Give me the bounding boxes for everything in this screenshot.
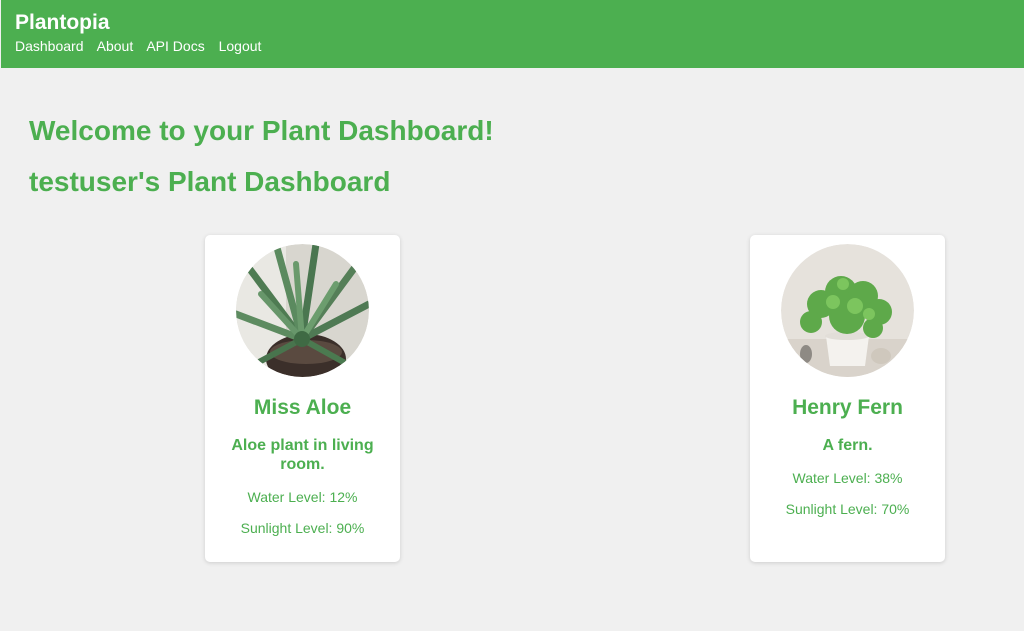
sunlight-level: Sunlight Level: 90%	[240, 520, 365, 536]
nav-link-dashboard[interactable]: Dashboard	[15, 38, 84, 54]
nav-link-logout[interactable]: Logout	[219, 38, 262, 54]
plant-description: Aloe plant in living room.	[231, 437, 374, 473]
top-navbar: Plantopia Dashboard About API Docs Logou…	[1, 0, 1024, 68]
aloe-plant-photo	[236, 244, 369, 377]
plant-description: A fern.	[822, 437, 873, 454]
welcome-heading: Welcome to your Plant Dashboard!	[29, 115, 494, 146]
sunlight-level: Sunlight Level: 70%	[785, 501, 910, 517]
brand-logo[interactable]: Plantopia	[15, 12, 1010, 34]
user-dashboard-heading: testuser's Plant Dashboard	[29, 166, 391, 197]
plant-name: Miss Aloe	[253, 396, 352, 419]
water-level: Water Level: 12%	[247, 489, 358, 505]
plant-card[interactable]: Miss Aloe Aloe plant in living room. Wat…	[205, 235, 400, 562]
nav-link-about[interactable]: About	[97, 38, 134, 54]
nav-links: Dashboard About API Docs Logout	[15, 38, 1010, 54]
plant-name: Henry Fern	[792, 396, 903, 419]
plant-card[interactable]: Henry Fern A fern. Water Level: 38% Sunl…	[750, 235, 945, 562]
water-level: Water Level: 38%	[792, 470, 903, 486]
nav-link-api-docs[interactable]: API Docs	[146, 38, 204, 54]
fern-plant-photo	[781, 244, 914, 377]
